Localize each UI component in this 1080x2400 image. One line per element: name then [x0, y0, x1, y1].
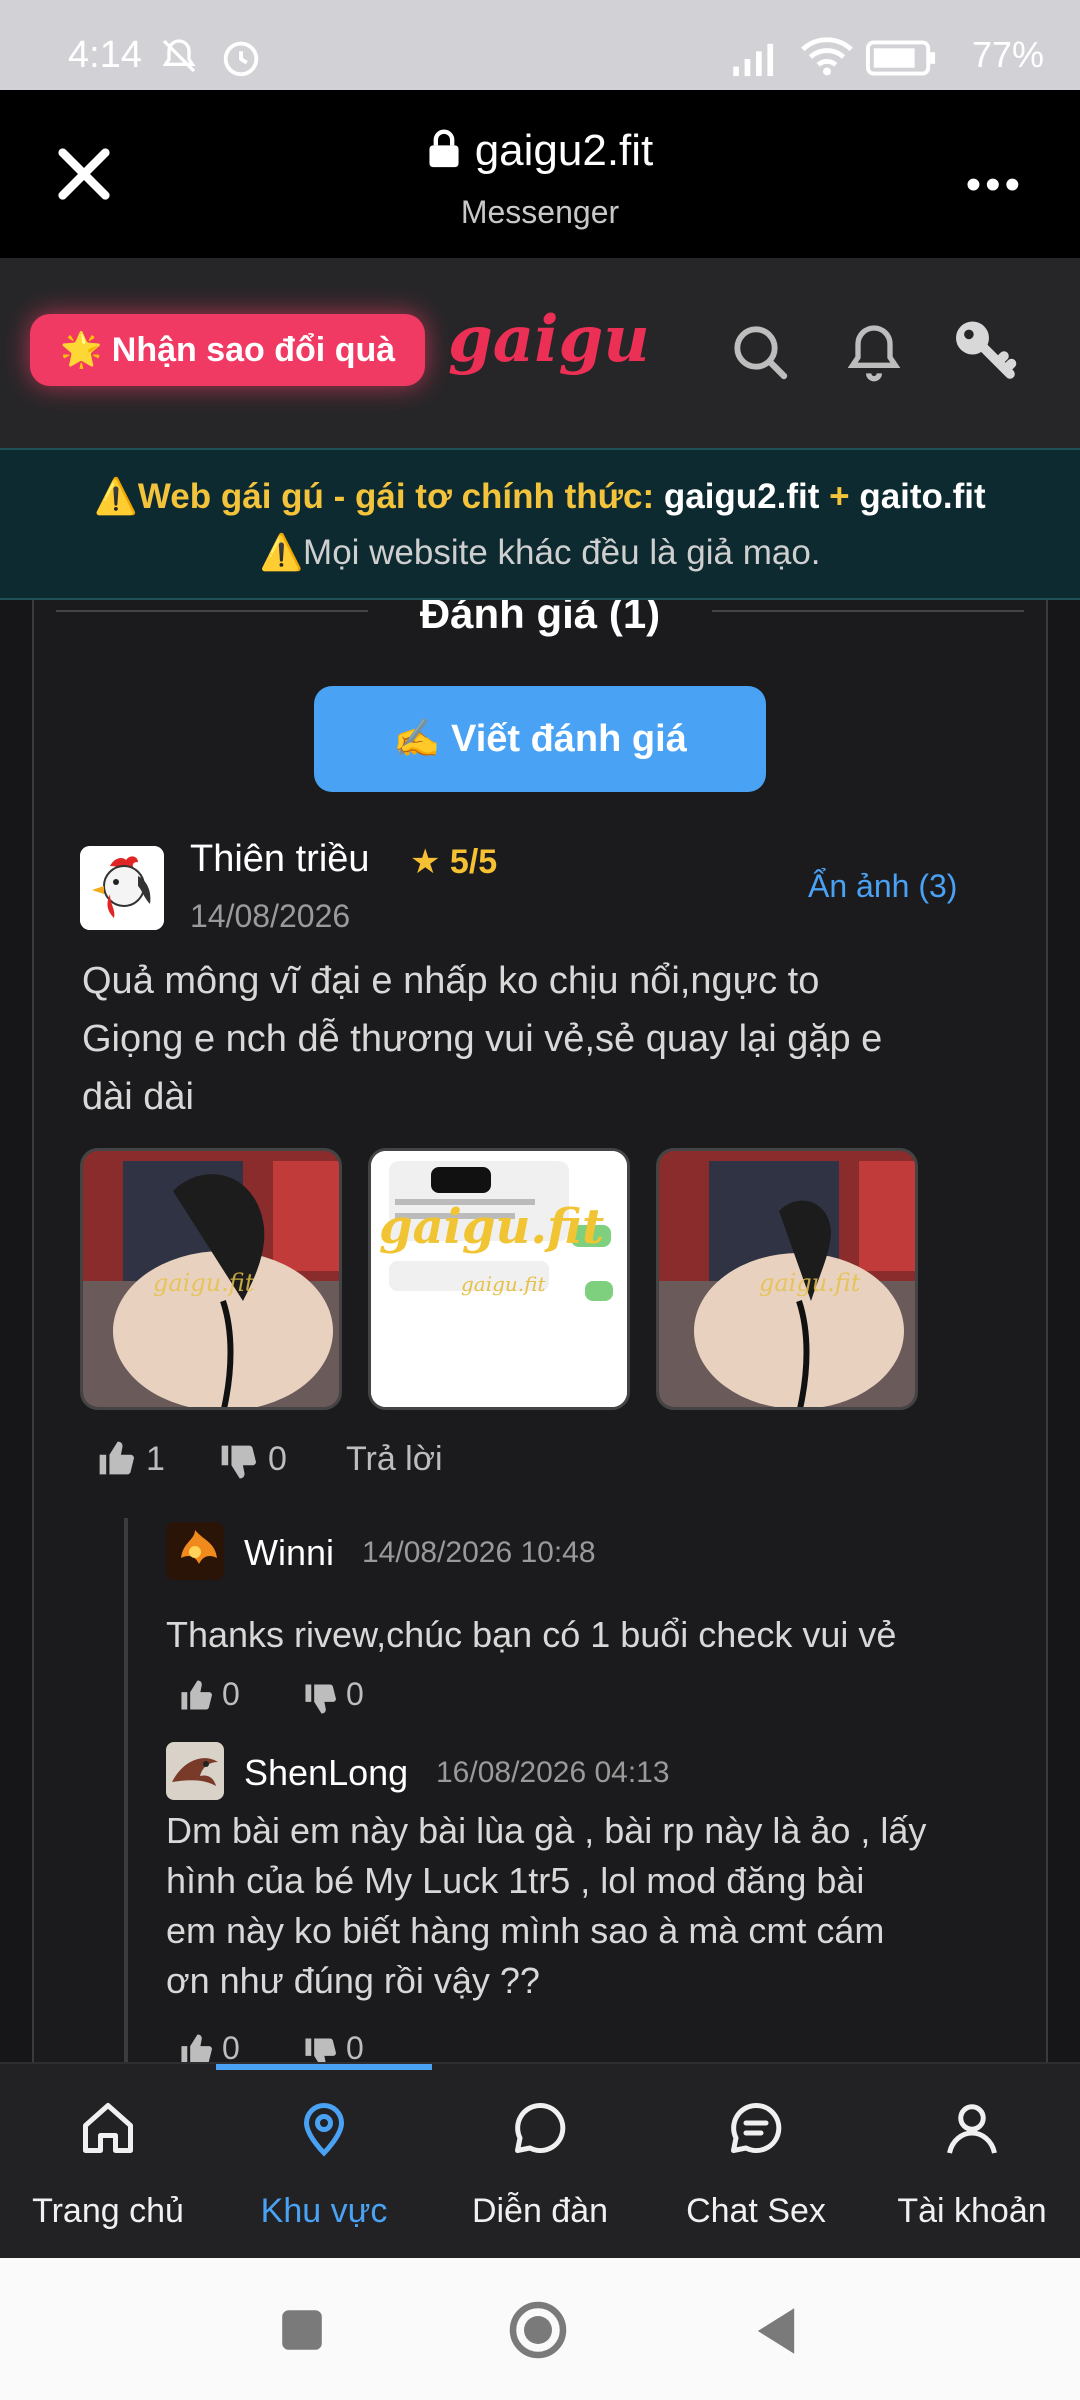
status-bar: 4:14 77% [0, 0, 1080, 90]
app-header: 🌟 Nhận sao đổi quà gaigu [0, 258, 1080, 448]
key-icon[interactable] [950, 314, 1022, 386]
bell-icon[interactable] [842, 320, 906, 384]
section-title: Đánh giá (1) [419, 600, 661, 637]
url-domain[interactable]: gaigu2.fit [0, 126, 1080, 176]
battery-percent: 77% [971, 34, 1044, 75]
nav-item-forum[interactable]: Diễn đàn [432, 2064, 648, 2260]
bottom-nav: Trang chủ Khu vực Diễn đàn Chat Sex Tài … [0, 2062, 1080, 2258]
dislike-button[interactable]: 0 [302, 1676, 364, 1715]
alarm-icon [223, 41, 259, 77]
nav-item-chat[interactable]: Chat Sex [648, 2064, 864, 2260]
mute-icon [162, 39, 196, 73]
review-image-3[interactable]: gaigu.fit [656, 1148, 918, 1410]
signal-icon [733, 43, 774, 77]
more-icon[interactable]: ••• [966, 160, 1024, 210]
browser-subtitle: Messenger [460, 194, 620, 230]
reply-body: Dm bài em này bài lùa gà , bài rp này là… [166, 1810, 927, 2001]
system-navigation-bar [0, 2258, 1080, 2400]
reply-body: Thanks rivew,chúc bạn có 1 buổi check vu… [166, 1614, 897, 1655]
reply-thread-line [124, 1518, 128, 2062]
back-icon[interactable] [752, 2306, 800, 2356]
thumbs-up-icon [181, 2034, 212, 2062]
review-date: 14/08/2026 [190, 898, 351, 934]
write-review-button[interactable]: ✍️ Viết đánh giá [314, 686, 766, 792]
official-site-2[interactable]: gaito.fit [859, 477, 985, 516]
rooster-avatar-icon [80, 846, 164, 930]
reply-author[interactable]: Winni [244, 1532, 334, 1574]
battery-icon [866, 40, 936, 76]
svg-text:gaigu.fit: gaigu.fit [759, 1269, 861, 1297]
domain-text: gaigu2.fit [474, 126, 654, 175]
thumbs-down-icon [305, 1684, 336, 1714]
recents-icon[interactable] [280, 2308, 324, 2352]
warning-line-2: ⚠️Mọi website khác đều là giả mạo. [259, 533, 821, 572]
review-body: Quả mông vĩ đại e nhấp ko chịu nổi,ngực … [82, 960, 883, 1118]
location-pin-icon [303, 2103, 345, 2157]
avatar[interactable] [166, 1522, 224, 1580]
thumbs-up-icon [99, 1441, 134, 1475]
review-image-2[interactable]: gaigu.fit gaigu.fit [368, 1148, 630, 1410]
reply-author[interactable]: ShenLong [244, 1752, 408, 1794]
user-icon [947, 2104, 997, 2154]
official-site-1[interactable]: gaigu2.fit [664, 477, 820, 516]
thumbs-down-icon [305, 2038, 336, 2062]
nav-item-home[interactable]: Trang chủ [0, 2064, 216, 2260]
dislike-button[interactable]: 0 [218, 1440, 287, 1480]
promo-button[interactable]: 🌟 Nhận sao đổi quà [30, 314, 426, 386]
dislike-button[interactable]: 0 [302, 2030, 364, 2062]
message-lines-icon [731, 2102, 782, 2153]
lock-icon [429, 129, 459, 168]
like-button[interactable]: 0 [178, 2030, 240, 2062]
review-author[interactable]: Thiên triều [190, 838, 370, 881]
reply-date: 16/08/2026 04:13 [436, 1756, 670, 1789]
thumbs-down-icon [221, 1445, 256, 1479]
svg-text:gaigu.fit: gaigu.fit [153, 1269, 255, 1297]
avatar[interactable] [80, 846, 164, 930]
nav-item-area[interactable]: Khu vực [216, 2064, 432, 2260]
chat-bubble-icon [515, 2102, 566, 2153]
svg-text:gaigu.fit: gaigu.fit [461, 1272, 547, 1296]
like-button[interactable]: 1 [96, 1440, 165, 1479]
site-logo[interactable]: gaigu [448, 302, 650, 377]
rating-badge: ★ 5/5 [410, 843, 498, 881]
avatar[interactable] [166, 1742, 224, 1800]
hide-images-link[interactable]: Ẩn ảnh (3) [808, 868, 957, 905]
status-time: 4:14 [68, 34, 142, 76]
phoenix-avatar-icon [166, 1522, 224, 1580]
browser-toolbar: gaigu2.fit Messenger ••• [0, 90, 1080, 258]
reply-date: 14/08/2026 10:48 [362, 1536, 596, 1569]
warning-line-1: ⚠️Web gái gú - gái tơ chính thức: gaigu2… [94, 477, 986, 516]
review-image-1[interactable]: gaigu.fit [80, 1148, 342, 1410]
svg-text:gaigu.fit: gaigu.fit [379, 1199, 604, 1255]
dragon-avatar-icon [166, 1742, 224, 1800]
warning-banner: ⚠️Web gái gú - gái tơ chính thức: gaigu2… [0, 448, 1080, 600]
nav-item-account[interactable]: Tài khoản [864, 2064, 1080, 2260]
home-button-icon[interactable] [508, 2300, 568, 2360]
search-icon[interactable] [728, 320, 792, 384]
home-icon [83, 2103, 133, 2153]
reply-button[interactable]: Trả lời [346, 1440, 443, 1479]
like-button[interactable]: 0 [178, 1676, 240, 1713]
review-section: Đánh giá (1) ✍️ Viết đánh giá Thiên triề… [0, 600, 1080, 2062]
thumbs-up-icon [181, 1680, 212, 1710]
wifi-icon [801, 37, 853, 76]
